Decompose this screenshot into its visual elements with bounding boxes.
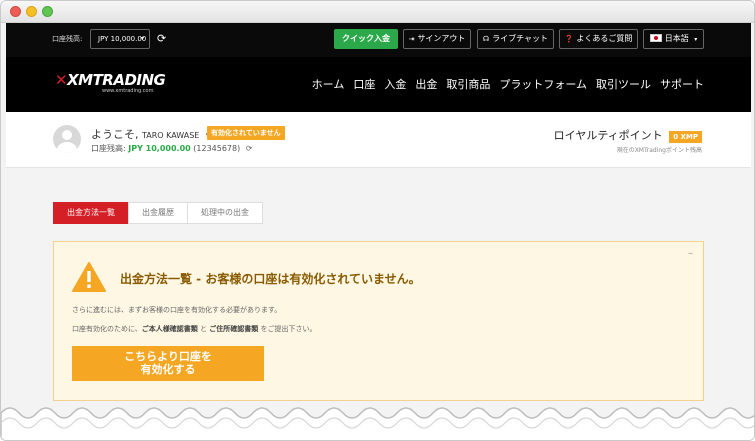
logo-text: ✕XMTRADING [55,71,166,89]
withdrawal-tabs: 出金方法一覧 出金履歴 処理中の出金 [53,202,263,224]
faq-label: よくあるご質問 [576,34,633,43]
torn-edge [1,407,754,440]
xmtrading-logo[interactable]: ✕XMTRADING www.xmtrading.com [55,70,166,94]
nav-withdrawal[interactable]: 出金 [415,76,437,92]
close-window-button[interactable] [10,6,21,17]
account-balance-amount: JPY 10,000.00 [128,144,191,153]
signout-icon: ⇥ [408,35,415,43]
nav-deposit[interactable]: 入金 [384,76,406,92]
maximize-window-button[interactable] [42,6,53,17]
chevron-down-icon: ▾ [140,35,144,42]
main-header: ✕XMTRADING www.xmtrading.com ホーム 口座 入金 出… [6,57,751,112]
alert-title: 出金方法一覧 - お客様の口座は有効化されていません。 [120,272,421,286]
alert-documents-pre: 口座有効化のために、 [72,325,142,333]
balance-select[interactable]: JPY 10,000.00 ▾ [90,29,150,49]
nav-home[interactable]: ホーム [312,76,345,92]
activate-account-button[interactable]: こちらより口座を 有効化する [72,346,264,381]
activate-button-line2: 有効化する [140,363,196,376]
nav-tools[interactable]: 取引ツール [596,76,651,92]
browser-window: 口座残高: JPY 10,000.00 ▾ ⟳ クイック入金 ⇥ サインアウト ☊… [0,0,755,441]
welcome-text: ようこそ, [91,128,139,141]
language-select[interactable]: 日本語 ▾ [643,29,704,49]
activation-alert: – 出金方法一覧 - お客様の口座は有効化されていません。 さらに進むには、まず… [53,241,704,401]
user-name: TARO KAWASE [142,131,200,140]
balance-label: 口座残高: [52,35,83,43]
main-nav: ホーム 口座 入金 出金 取引商品 プラットフォーム 取引ツール サポート [312,76,704,92]
signout-label: サインアウト [417,34,466,43]
quick-deposit-label: クイック入金 [342,34,390,43]
tab-withdrawal-methods[interactable]: 出金方法一覧 [53,202,129,224]
quick-deposit-button[interactable]: クイック入金 [334,29,398,49]
warning-icon [72,262,106,292]
balance-select-value: JPY 10,000.00 [98,35,147,43]
loyalty-points: ロイヤルティポイント 0 XMP [554,127,702,143]
top-bar: 口座残高: JPY 10,000.00 ▾ ⟳ クイック入金 ⇥ サインアウト ☊… [6,23,751,57]
headset-icon: ☊ [482,35,490,43]
user-bar: ようこそ, TARO KAWASE ▼ 有効化されていません 口座残高: JPY… [6,112,751,168]
alert-documents-message: 口座有効化のために、ご本人様確認書類 と ご住所確認書類 をご提出下さい。 [72,324,316,334]
alert-message: さらに進むには、まずお客様の口座を有効化する必要があります。 [72,306,282,314]
avatar [53,125,81,153]
refresh-icon[interactable]: ⟳ [157,32,166,45]
status-badge: 有効化されていません [207,126,285,140]
refresh-icon[interactable]: ⟳ [246,144,253,153]
nav-platforms[interactable]: プラットフォーム [499,76,587,92]
question-icon: ❓ [564,35,574,43]
alert-documents-post: をご提出下さい。 [258,325,317,333]
loyalty-subtext: 現在のXMTradingポイント残高 [616,147,702,154]
tab-pending-withdrawals[interactable]: 処理中の出金 [187,202,263,224]
account-balance-label: 口座残高: [91,144,126,153]
signout-button[interactable]: ⇥ サインアウト [403,29,471,49]
livechat-label: ライブチャット [492,34,549,43]
nav-support[interactable]: サポート [660,76,704,92]
account-balance: 口座残高: JPY 10,000.00 (12345678) ⟳ [91,143,252,154]
minimize-window-button[interactable] [26,6,37,17]
user-menu[interactable]: ようこそ, TARO KAWASE ▼ [91,126,211,142]
account-id: (12345678) [193,144,241,153]
activate-button-line1: こちらより口座を [124,350,212,363]
loyalty-points-badge: 0 XMP [669,131,702,143]
livechat-button[interactable]: ☊ ライブチャット [477,29,554,49]
chevron-down-icon: ▾ [694,36,698,43]
nav-account[interactable]: 口座 [353,76,375,92]
nav-instruments[interactable]: 取引商品 [446,76,490,92]
language-label: 日本語 [664,34,689,43]
window-titlebar [1,1,754,23]
loyalty-label: ロイヤルティポイント [553,129,663,142]
identity-document-link[interactable]: ご本人様確認書類 [142,325,198,333]
faq-button[interactable]: ❓ よくあるご質問 [559,29,638,49]
alert-documents-mid: と [197,325,210,333]
address-document-link[interactable]: ご住所確認書類 [209,325,258,333]
collapse-button[interactable]: – [688,248,693,259]
tab-withdrawal-history[interactable]: 出金履歴 [128,202,188,224]
japan-flag-icon [649,34,662,42]
